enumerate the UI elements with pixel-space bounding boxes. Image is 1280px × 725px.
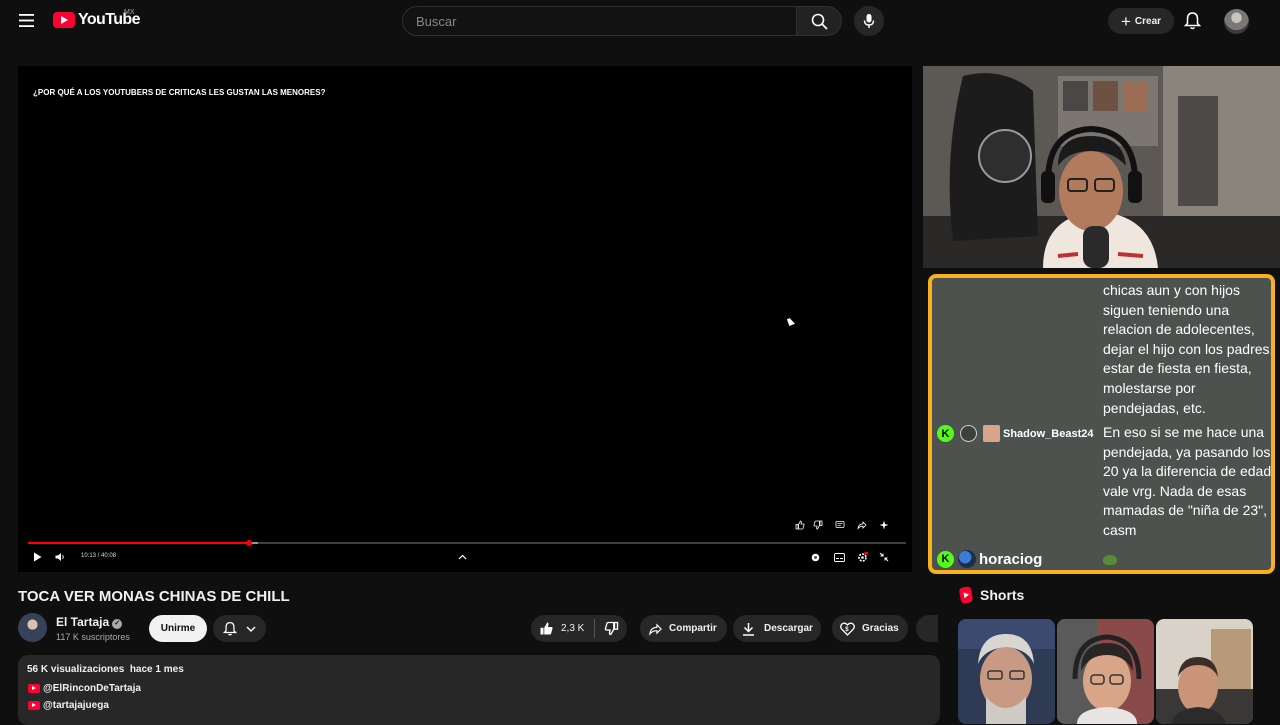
like-count: 2,3 K — [561, 623, 585, 634]
chevron-up-icon — [458, 554, 466, 560]
menu-icon[interactable] — [19, 14, 34, 32]
chat-overlay: chicas aun y con hijos siguen teniendo u… — [928, 274, 1275, 574]
shorts-icon — [958, 586, 974, 604]
account-avatar[interactable] — [1224, 9, 1249, 34]
search-field — [402, 6, 797, 36]
short-thumbnail[interactable] — [958, 619, 1055, 724]
video-player[interactable]: ¿POR QUÉ A LOS YOUTUBERS DE CRITICAS LES… — [18, 66, 912, 572]
progress-bar[interactable] — [28, 540, 906, 546]
chat-username: horaciog — [979, 550, 1043, 568]
description-link[interactable]: @ElRinconDeTartaja — [28, 683, 141, 694]
comments-icon[interactable] — [833, 518, 847, 532]
short-thumbnail[interactable] — [1057, 619, 1154, 724]
description-link[interactable]: @tartajajuega — [28, 700, 109, 711]
voice-search-button[interactable] — [854, 6, 884, 36]
channel-name-text: El Tartaja — [56, 615, 110, 629]
user-badge-icon — [960, 425, 977, 442]
thanks-label: Gracias — [862, 623, 899, 634]
kick-badge-icon: K — [937, 425, 954, 442]
video-title: TOCA VER MONAS CHINAS DE CHILL — [18, 588, 290, 605]
webcam-feed — [923, 66, 1280, 268]
shorts-heading-text: Shorts — [980, 587, 1025, 603]
microphone-icon — [863, 14, 875, 28]
more-actions-button[interactable] — [916, 615, 938, 642]
subtitles-icon — [833, 552, 845, 562]
shorts-heading: Shorts — [958, 586, 1025, 604]
description-link-text: @tartajajuega — [43, 700, 109, 711]
like-dislike-group: 2,3 K — [531, 615, 627, 642]
play-icon — [33, 552, 41, 562]
thumbs-down-icon — [604, 621, 618, 636]
download-button[interactable]: Descargar — [733, 615, 821, 642]
play-button[interactable] — [30, 550, 44, 564]
subtitles-button[interactable] — [832, 550, 846, 564]
bell-icon — [223, 621, 238, 636]
subscription-bell-button[interactable] — [213, 615, 266, 642]
chat-message-text: En eso si se me hace una pendejada, ya p… — [1103, 424, 1272, 538]
youtube-icon — [28, 701, 40, 710]
chat-user-row: K Shadow_Beast24 — [937, 425, 1093, 442]
subscriber-count: 117 K suscriptores — [56, 632, 130, 642]
chat-user-row: K horaciog — [937, 550, 1042, 568]
thumbs-down-icon[interactable] — [811, 518, 825, 532]
notifications-button[interactable] — [1183, 11, 1202, 35]
kick-badge-icon: K — [937, 550, 954, 568]
autoplay-icon — [811, 553, 819, 561]
youtube-play-icon — [53, 12, 75, 28]
share-label: Compartir — [669, 623, 717, 634]
short-thumbnail[interactable] — [1156, 619, 1253, 724]
dislike-button[interactable] — [595, 615, 627, 642]
description-box[interactable]: 56 K visualizaciones hace 1 mes @ElRinco… — [18, 655, 940, 725]
chapters-button[interactable] — [455, 550, 469, 564]
search-button[interactable] — [796, 6, 842, 36]
download-icon — [743, 622, 754, 636]
channel-avatar[interactable] — [18, 613, 47, 642]
description-link-text: @ElRinconDeTartaja — [43, 683, 141, 694]
create-label: Crear — [1134, 15, 1162, 27]
settings-button[interactable] — [855, 550, 869, 564]
progress-scrubber[interactable] — [246, 540, 253, 546]
top-bar: YouTube MX + Crear — [0, 0, 1280, 42]
subscriber-badge-icon — [983, 425, 1000, 442]
video-overlay-title: ¿POR QUÉ A LOS YOUTUBERS DE CRITICAS LES… — [33, 88, 326, 97]
country-code: MX — [124, 9, 135, 16]
join-button[interactable]: Unirme — [149, 615, 207, 642]
search-input[interactable] — [416, 14, 776, 29]
autoplay-toggle[interactable] — [808, 550, 822, 564]
thumbs-up-icon[interactable] — [793, 518, 807, 532]
verified-icon: ✓ — [112, 619, 123, 629]
share-button[interactable]: Compartir — [640, 615, 727, 642]
thumbs-up-icon — [540, 622, 553, 635]
chat-username: Shadow_Beast24 — [1003, 427, 1094, 440]
channel-name[interactable]: El Tartaja ✓ — [56, 615, 123, 629]
exit-fullscreen-button[interactable] — [877, 550, 891, 564]
time-display: 10:13 / 40:08 — [81, 553, 117, 559]
download-label: Descargar — [764, 623, 813, 634]
like-button[interactable]: 2,3 K — [531, 615, 594, 642]
share-arrow-icon[interactable] — [855, 518, 869, 532]
bell-icon — [1183, 12, 1202, 30]
mouse-cursor-icon — [786, 317, 796, 326]
view-count-and-date: 56 K visualizaciones hace 1 mes — [27, 664, 184, 675]
progress-played — [28, 542, 250, 544]
create-button[interactable]: + Crear — [1108, 8, 1174, 34]
svg-text:$: $ — [845, 627, 849, 633]
search-icon — [811, 13, 828, 30]
chat-message-text: chicas aun y con hijos siguen teniendo u… — [1103, 282, 1274, 416]
thanks-button[interactable]: $ Gracias — [832, 615, 908, 642]
gear-icon — [857, 551, 868, 562]
chevron-down-icon — [246, 626, 256, 632]
plus-icon: + — [1120, 11, 1131, 31]
sparkle-icon[interactable] — [877, 518, 891, 532]
emote-icon — [1103, 555, 1117, 565]
collapse-icon — [879, 552, 889, 562]
share-icon — [649, 622, 662, 636]
volume-button[interactable] — [53, 550, 67, 564]
volume-icon — [55, 553, 64, 561]
youtube-icon — [28, 684, 40, 693]
heart-dollar-icon: $ — [840, 622, 855, 636]
user-badge-icon — [958, 550, 976, 568]
